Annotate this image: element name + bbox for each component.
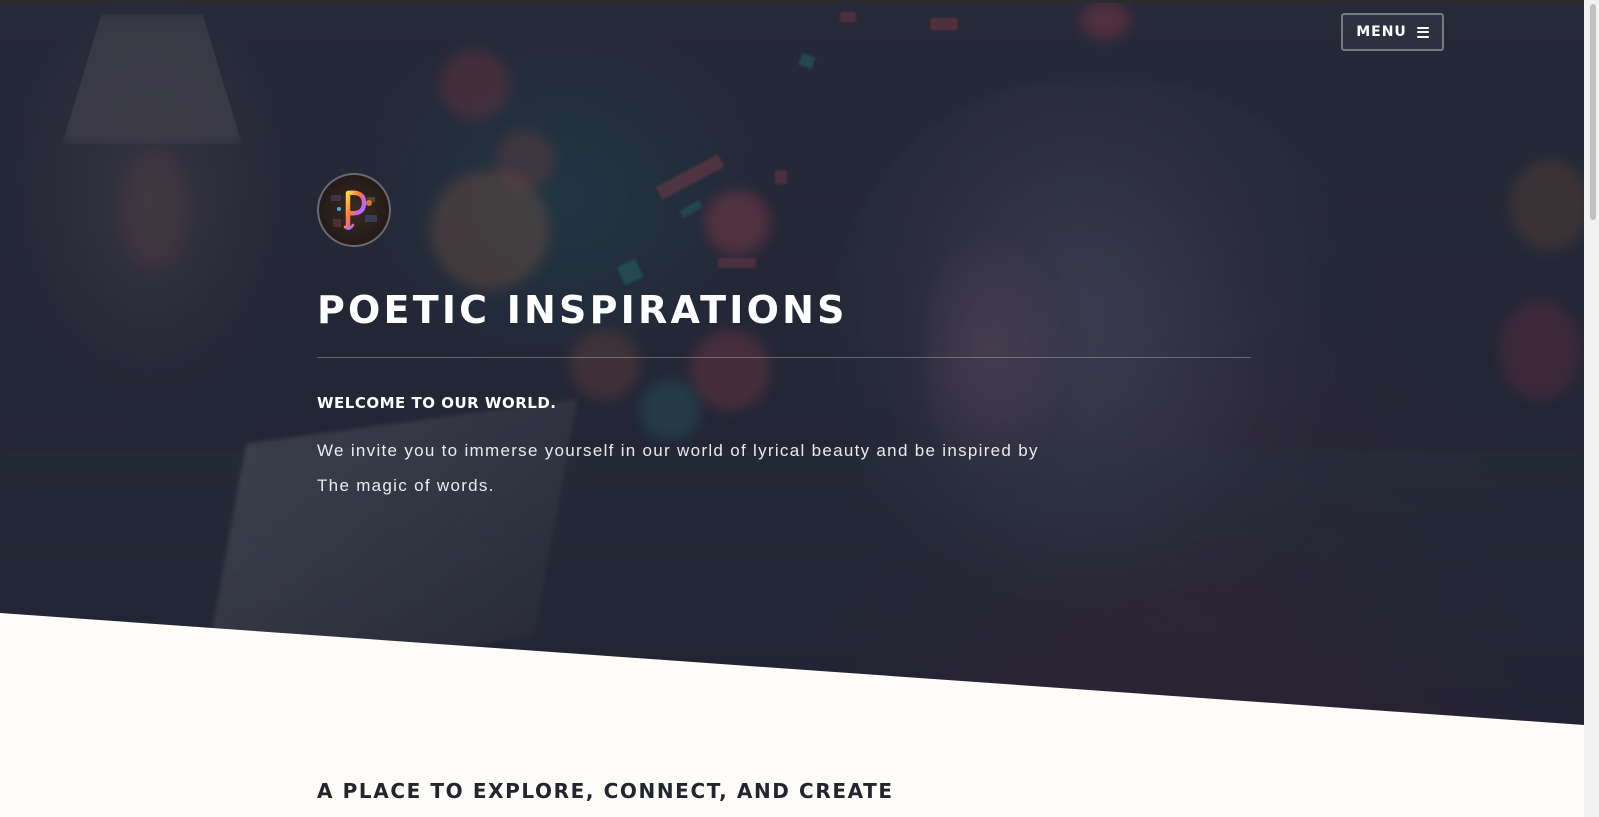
browser-top-border [0,0,1599,3]
section-heading: A PLACE TO EXPLORE, CONNECT, AND CREATE [317,779,894,803]
page-scrollbar[interactable] [1584,0,1599,817]
intro-line-1: We invite you to immerse yourself in our… [317,441,1039,460]
hero-title: POETIC INSPIRATIONS [317,288,848,332]
page-viewport: MENU POETIC INSPIRATIONS WELCOME TO OUR … [0,0,1599,817]
hero-divider [317,357,1251,358]
scrollbar-thumb[interactable] [1590,4,1596,220]
welcome-heading: WELCOME TO OUR WORLD. [317,394,557,412]
menu-button[interactable]: MENU [1341,13,1444,51]
site-logo[interactable] [317,173,391,247]
hero-intro-text: We invite you to immerse yourself in our… [317,434,1137,503]
poetic-p-logo-icon [331,190,377,230]
intro-line-2: The magic of words. [317,475,495,495]
hamburger-icon [1416,26,1429,38]
menu-label: MENU [1356,24,1407,40]
